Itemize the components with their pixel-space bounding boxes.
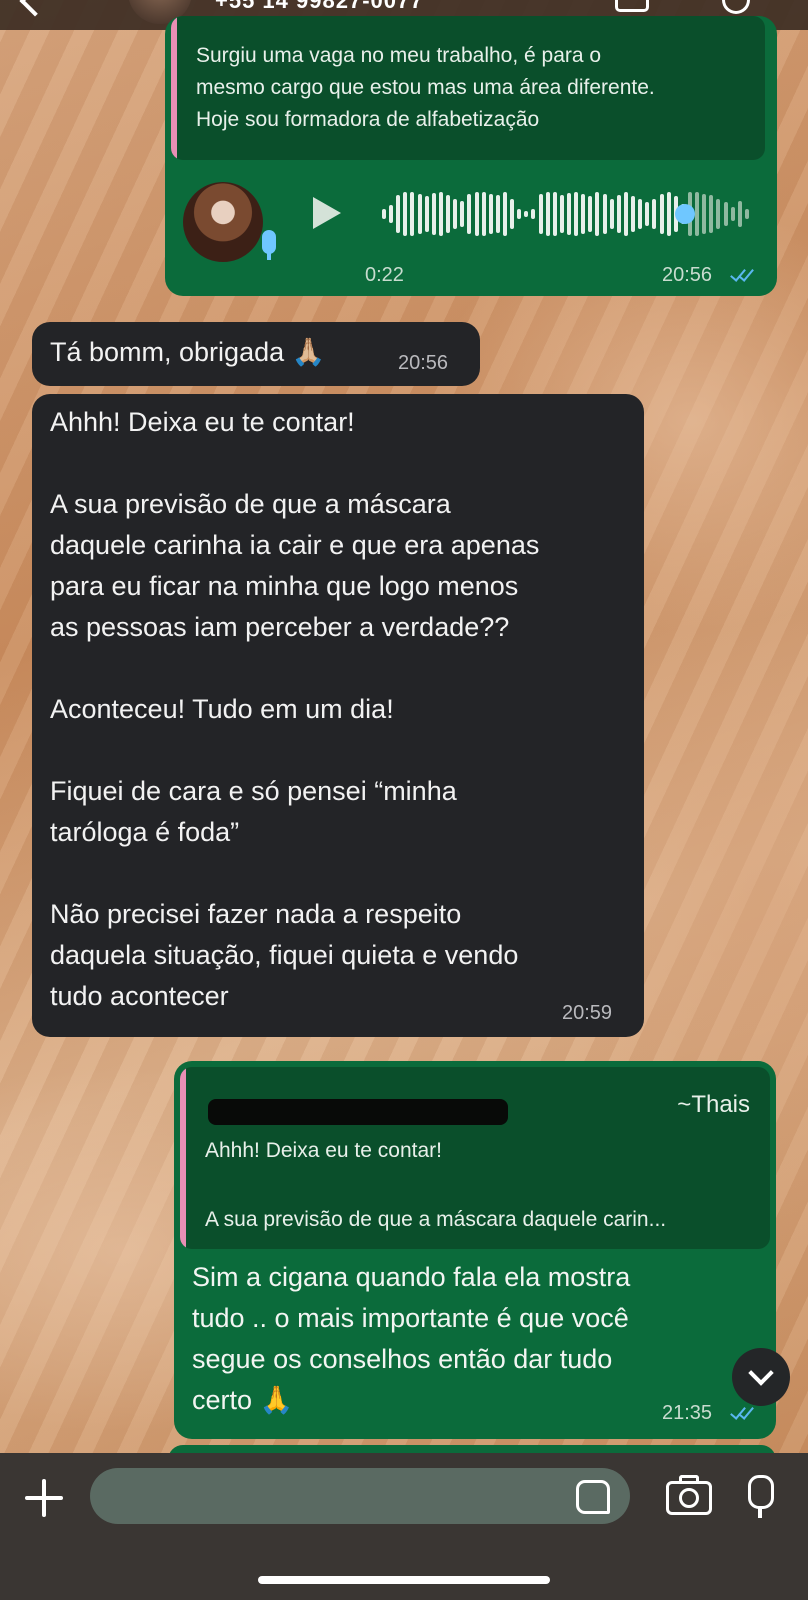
waveform-bar <box>581 194 586 234</box>
contact-phone[interactable]: +55 14 99827-0077 <box>215 0 423 14</box>
camera-icon[interactable] <box>666 1475 712 1515</box>
waveform-bar <box>502 192 507 236</box>
waveform-bar <box>545 192 550 236</box>
waveform-bar <box>631 196 636 232</box>
quote-line-1: Ahhh! Deixa eu te contar! <box>205 1139 442 1162</box>
quote-author: ~Thais <box>677 1091 750 1118</box>
quote-accent-bar <box>171 16 177 160</box>
waveform-bar <box>474 192 479 236</box>
waveform-bar <box>510 199 515 229</box>
waveform-bar <box>659 194 664 234</box>
audio-waveform[interactable] <box>382 190 752 238</box>
waveform-bar <box>623 192 628 236</box>
waveform-bar <box>531 209 536 219</box>
phone-call-icon[interactable] <box>722 0 750 14</box>
voice-message-bubble[interactable]: Surgiu uma vaga no meu trabalho, é para … <box>165 16 777 296</box>
waveform-bar <box>396 195 401 233</box>
scroll-to-bottom-button[interactable] <box>732 1348 790 1406</box>
waveform-bar <box>609 199 614 229</box>
waveform-bar <box>517 209 522 219</box>
quoted-text: Surgiu uma vaga no meu trabalho, é para … <box>196 44 655 131</box>
waveform-scrubber[interactable] <box>675 204 696 224</box>
waveform-bar <box>588 196 593 232</box>
read-receipt-icon <box>730 266 756 282</box>
message-timestamp: 20:59 <box>562 1002 613 1024</box>
voice-sender-avatar <box>183 182 263 262</box>
waveform-bar <box>567 193 571 235</box>
waveform-bar <box>524 211 529 217</box>
message-text: Sim a cigana quando fala ela mostra tudo… <box>192 1262 631 1415</box>
waveform-bar <box>481 192 486 236</box>
quoted-message[interactable]: ~Thais Ahhh! Deixa eu te contar! A sua p… <box>180 1067 770 1249</box>
waveform-bar <box>460 201 465 227</box>
waveform-bar <box>744 209 749 219</box>
home-indicator <box>258 1576 550 1584</box>
waveform-bar <box>424 196 429 232</box>
incoming-message-bubble[interactable]: Ahhh! Deixa eu te contar! A sua previsão… <box>32 394 644 1037</box>
microphone-badge-icon <box>262 230 276 260</box>
waveform-bar <box>438 192 443 236</box>
play-icon[interactable] <box>313 197 341 229</box>
message-text: Ahhh! Deixa eu te contar! A sua previsão… <box>50 407 540 1011</box>
waveform-bar <box>453 199 458 229</box>
sticker-icon[interactable] <box>576 1480 610 1514</box>
waveform-bar <box>559 195 564 233</box>
waveform-bar <box>403 192 408 236</box>
waveform-bar <box>737 201 742 227</box>
quote-accent-bar <box>180 1067 186 1249</box>
waveform-bar <box>638 199 643 229</box>
message-timestamp: 20:56 <box>398 352 449 374</box>
microphone-icon[interactable] <box>748 1475 774 1518</box>
waveform-bar <box>716 199 721 229</box>
waveform-bar <box>495 195 500 233</box>
waveform-bar <box>467 194 472 234</box>
waveform-bar <box>595 192 600 236</box>
waveform-bar <box>723 202 728 226</box>
waveform-bar <box>488 194 493 234</box>
read-receipt-icon <box>730 1404 756 1420</box>
waveform-bar <box>709 195 714 233</box>
waveform-bar <box>417 194 422 234</box>
waveform-bar <box>431 193 436 235</box>
message-text: Tá bomm, obrigada 🙏🏼 <box>50 337 326 367</box>
waveform-bar <box>695 192 700 236</box>
waveform-bar <box>552 192 557 236</box>
waveform-bar <box>389 205 394 223</box>
waveform-bar <box>382 209 386 219</box>
waveform-bar <box>410 192 415 236</box>
message-timestamp: 21:35 <box>662 1402 713 1424</box>
video-call-icon[interactable] <box>615 0 649 12</box>
redacted-name <box>208 1099 508 1125</box>
waveform-bar <box>645 202 650 226</box>
voice-timestamp: 20:56 <box>662 264 713 286</box>
waveform-bar <box>702 194 707 234</box>
waveform-bar <box>574 192 579 236</box>
waveform-bar <box>730 207 735 221</box>
message-input[interactable] <box>90 1468 630 1524</box>
voice-duration: 0:22 <box>365 264 404 286</box>
outgoing-message-bubble[interactable]: ~Thais Ahhh! Deixa eu te contar! A sua p… <box>174 1061 776 1439</box>
waveform-bar <box>602 194 607 234</box>
waveform-bar <box>446 195 451 233</box>
waveform-bar <box>652 199 657 229</box>
incoming-message-bubble[interactable]: Tá bomm, obrigada 🙏🏼 20:56 <box>32 322 480 386</box>
back-chevron-icon[interactable] <box>19 0 51 17</box>
waveform-bar <box>616 195 621 233</box>
quote-line-2: A sua previsão de que a máscara daquele … <box>205 1208 667 1231</box>
waveform-bar <box>666 192 671 236</box>
quoted-message[interactable]: Surgiu uma vaga no meu trabalho, é para … <box>171 16 765 160</box>
plus-icon[interactable] <box>25 1479 63 1517</box>
waveform-bar <box>538 194 543 234</box>
